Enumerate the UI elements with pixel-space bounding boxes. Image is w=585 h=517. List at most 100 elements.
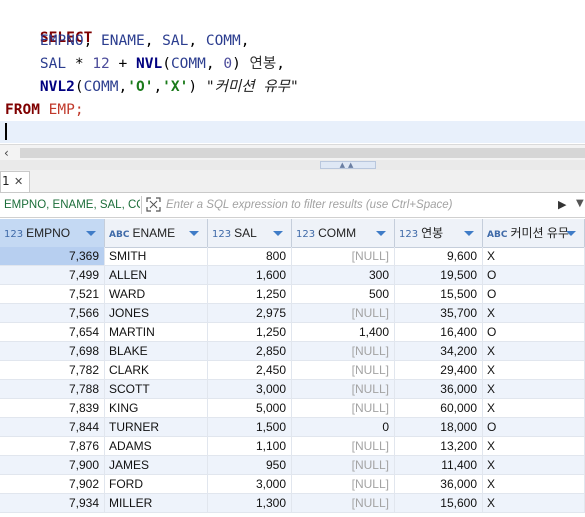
table-cell[interactable]: 0: [292, 418, 395, 436]
table-cell[interactable]: X: [483, 456, 585, 474]
table-cell[interactable]: 7,876: [0, 437, 105, 455]
table-cell[interactable]: 18,000: [395, 418, 483, 436]
table-cell[interactable]: KING: [105, 399, 208, 417]
table-cell[interactable]: [NULL]: [292, 342, 395, 360]
table-cell[interactable]: MARTIN: [105, 323, 208, 341]
table-cell[interactable]: 500: [292, 285, 395, 303]
table-cell[interactable]: 19,500: [395, 266, 483, 284]
table-cell[interactable]: 60,000: [395, 399, 483, 417]
splitter-handle-icon[interactable]: ▲▲: [320, 161, 376, 169]
table-cell[interactable]: X: [483, 361, 585, 379]
sort-arrow-icon[interactable]: [86, 231, 96, 236]
table-cell[interactable]: 7,934: [0, 494, 105, 512]
column-header-6[interactable]: ABC 커미션 유무: [483, 219, 585, 247]
table-cell[interactable]: 7,499: [0, 266, 105, 284]
table-cell[interactable]: 1,250: [208, 323, 292, 341]
table-cell[interactable]: 300: [292, 266, 395, 284]
table-cell[interactable]: 13,200: [395, 437, 483, 455]
table-cell[interactable]: 7,902: [0, 475, 105, 493]
table-cell[interactable]: [NULL]: [292, 247, 395, 265]
table-cell[interactable]: 7,844: [0, 418, 105, 436]
table-cell[interactable]: [NULL]: [292, 456, 395, 474]
table-cell[interactable]: SCOTT: [105, 380, 208, 398]
table-cell[interactable]: ALLEN: [105, 266, 208, 284]
table-row[interactable]: 7,900 JAMES 950 [NULL] 11,400 X: [0, 456, 585, 475]
table-cell[interactable]: 800: [208, 247, 292, 265]
table-row[interactable]: 7,698 BLAKE 2,850 [NULL] 34,200 X: [0, 342, 585, 361]
sql-editor[interactable]: SELECT EMPNO, ENAME, SAL, COMM, SAL * 12…: [0, 0, 585, 145]
table-cell[interactable]: 7,566: [0, 304, 105, 322]
table-cell[interactable]: 1,400: [292, 323, 395, 341]
table-row[interactable]: 7,566 JONES 2,975 [NULL] 35,700 X: [0, 304, 585, 323]
table-cell[interactable]: X: [483, 437, 585, 455]
table-cell[interactable]: MILLER: [105, 494, 208, 512]
table-cell[interactable]: [NULL]: [292, 494, 395, 512]
table-row[interactable]: 7,876 ADAMS 1,100 [NULL] 13,200 X: [0, 437, 585, 456]
table-cell[interactable]: CLARK: [105, 361, 208, 379]
column-header-5[interactable]: 123 연봉: [395, 219, 483, 247]
filter-history-dropdown-icon[interactable]: ▼: [576, 198, 584, 209]
table-cell[interactable]: X: [483, 380, 585, 398]
table-row[interactable]: 7,782 CLARK 2,450 [NULL] 29,400 X: [0, 361, 585, 380]
column-header-4[interactable]: 123 COMM: [292, 219, 395, 247]
scrollbar-thumb[interactable]: [20, 148, 585, 158]
close-icon[interactable]: ✕: [14, 172, 23, 191]
table-cell[interactable]: 3,000: [208, 475, 292, 493]
table-cell[interactable]: [NULL]: [292, 304, 395, 322]
sort-arrow-icon[interactable]: [464, 231, 474, 236]
table-cell[interactable]: SMITH: [105, 247, 208, 265]
table-row[interactable]: 7,369 SMITH 800 [NULL] 9,600 X: [0, 247, 585, 266]
table-cell[interactable]: 7,369: [0, 247, 105, 265]
table-cell[interactable]: 29,400: [395, 361, 483, 379]
table-cell[interactable]: BLAKE: [105, 342, 208, 360]
table-cell[interactable]: 34,200: [395, 342, 483, 360]
table-cell[interactable]: 15,500: [395, 285, 483, 303]
table-cell[interactable]: X: [483, 494, 585, 512]
table-cell[interactable]: 1,100: [208, 437, 292, 455]
table-row[interactable]: 7,839 KING 5,000 [NULL] 60,000 X: [0, 399, 585, 418]
table-cell[interactable]: X: [483, 247, 585, 265]
filter-columns-label[interactable]: EMPNO, ENAME, SAL, CO: [4, 193, 140, 217]
results-grid[interactable]: 123 EMPNO ABC ENAME 123 SAL 123 COMM 123 연봉 ABC 커미션…: [0, 219, 585, 517]
tab-results-1[interactable]: 1 ✕: [0, 171, 30, 192]
table-row[interactable]: 7,934 MILLER 1,300 [NULL] 15,600 X: [0, 494, 585, 513]
table-cell[interactable]: O: [483, 285, 585, 303]
filter-input[interactable]: Enter a SQL expression to filter results…: [166, 193, 556, 217]
table-cell[interactable]: WARD: [105, 285, 208, 303]
table-row[interactable]: 7,902 FORD 3,000 [NULL] 36,000 X: [0, 475, 585, 494]
table-cell[interactable]: [NULL]: [292, 361, 395, 379]
table-cell[interactable]: 36,000: [395, 380, 483, 398]
table-cell[interactable]: 15,600: [395, 494, 483, 512]
table-cell[interactable]: ADAMS: [105, 437, 208, 455]
table-cell[interactable]: 2,450: [208, 361, 292, 379]
table-cell[interactable]: 7,698: [0, 342, 105, 360]
apply-filter-icon[interactable]: ▶: [558, 198, 566, 211]
table-cell[interactable]: 1,600: [208, 266, 292, 284]
table-cell[interactable]: 1,500: [208, 418, 292, 436]
table-cell[interactable]: 7,788: [0, 380, 105, 398]
table-cell[interactable]: [NULL]: [292, 399, 395, 417]
table-cell[interactable]: O: [483, 418, 585, 436]
table-cell[interactable]: 7,839: [0, 399, 105, 417]
table-cell[interactable]: TURNER: [105, 418, 208, 436]
table-cell[interactable]: O: [483, 323, 585, 341]
expand-filter-icon[interactable]: [146, 197, 161, 212]
sort-arrow-icon[interactable]: [273, 231, 283, 236]
table-cell[interactable]: 16,400: [395, 323, 483, 341]
panel-splitter[interactable]: ▲▲: [0, 160, 585, 170]
table-cell[interactable]: [NULL]: [292, 380, 395, 398]
table-cell[interactable]: 36,000: [395, 475, 483, 493]
table-cell[interactable]: 1,250: [208, 285, 292, 303]
table-cell[interactable]: 7,654: [0, 323, 105, 341]
table-cell[interactable]: [NULL]: [292, 475, 395, 493]
table-cell[interactable]: 5,000: [208, 399, 292, 417]
table-cell[interactable]: X: [483, 475, 585, 493]
scroll-left-arrow-icon[interactable]: ‹: [4, 145, 9, 161]
table-cell[interactable]: 2,975: [208, 304, 292, 322]
column-header-2[interactable]: ABC ENAME: [105, 219, 208, 247]
table-cell[interactable]: [NULL]: [292, 437, 395, 455]
table-cell[interactable]: 9,600: [395, 247, 483, 265]
table-cell[interactable]: 35,700: [395, 304, 483, 322]
sort-arrow-icon[interactable]: [376, 231, 386, 236]
table-cell[interactable]: FORD: [105, 475, 208, 493]
